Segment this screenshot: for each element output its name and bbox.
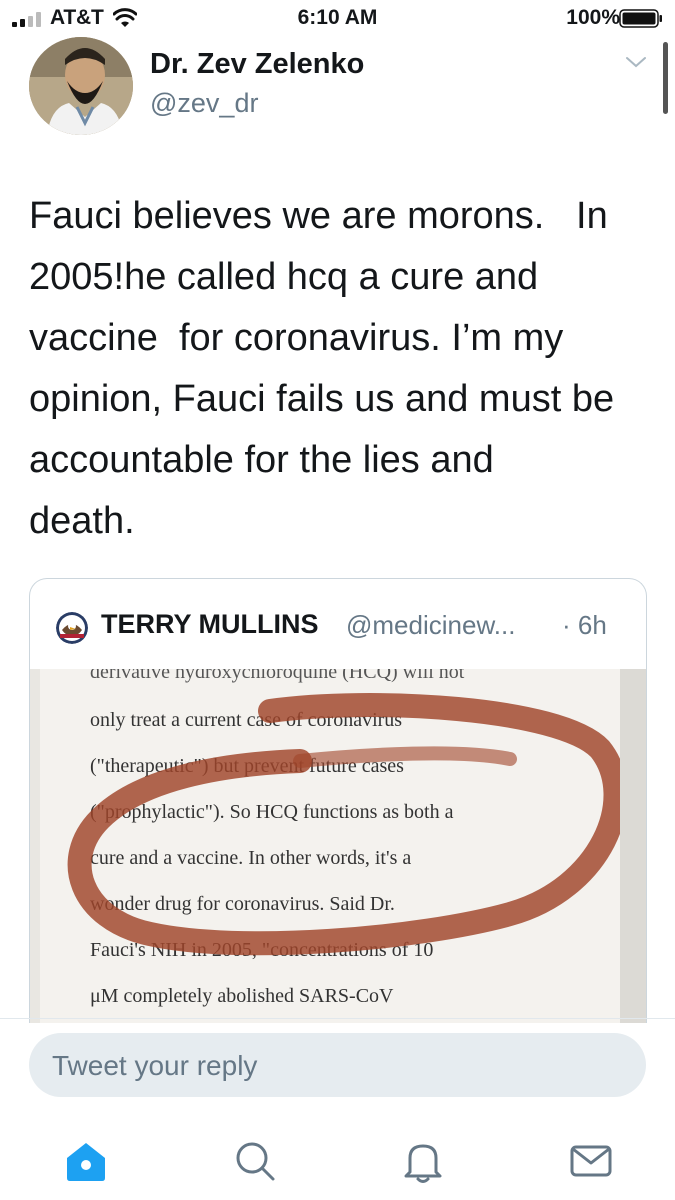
battery-icon <box>619 9 662 28</box>
tab-home[interactable] <box>61 1136 111 1186</box>
reply-input[interactable]: Tweet your reply <box>29 1033 646 1097</box>
status-bar: AT&T 6:10 AM 100% <box>0 0 675 36</box>
quoted-tweet-image[interactable]: derivative hydroxychloroquine (HCQ) will… <box>30 669 646 1023</box>
chevron-down-icon[interactable] <box>624 54 648 70</box>
quoted-tweet-header: TERRY MULLINS @medicinew... · 6h <box>30 579 646 669</box>
quoted-author-avatar <box>56 612 88 644</box>
marker-circle-highlight <box>67 693 620 956</box>
author-avatar[interactable] <box>29 37 133 135</box>
quoted-tweet-time: · 6h <box>562 610 607 640</box>
quoted-author-handle: @medicinew... <box>346 610 516 640</box>
tab-notifications[interactable] <box>398 1136 448 1186</box>
bottom-tab-bar <box>0 1120 675 1200</box>
tab-messages[interactable] <box>566 1136 616 1186</box>
scroll-indicator <box>663 42 668 114</box>
reply-placeholder: Tweet your reply <box>52 1050 258 1081</box>
quoted-author-name: TERRY MULLINS <box>101 609 319 639</box>
image-edge <box>620 669 646 1023</box>
author-name[interactable]: Dr. Zev Zelenko <box>150 48 364 81</box>
bell-icon <box>404 1144 442 1183</box>
quoted-tweet-card[interactable]: TERRY MULLINS @medicinew... · 6h derivat… <box>29 578 647 1023</box>
tab-search[interactable] <box>230 1136 280 1186</box>
divider <box>0 1018 675 1019</box>
home-icon <box>67 1143 105 1181</box>
tweet-text: Fauci believes we are morons. In 2005!he… <box>29 195 615 542</box>
battery-percentage: 100% <box>566 6 620 29</box>
author-handle[interactable]: @zev_dr <box>150 88 258 119</box>
mail-icon <box>570 1145 612 1177</box>
article-excerpt-image: derivative hydroxychloroquine (HCQ) will… <box>40 669 620 1023</box>
search-icon <box>236 1142 275 1181</box>
